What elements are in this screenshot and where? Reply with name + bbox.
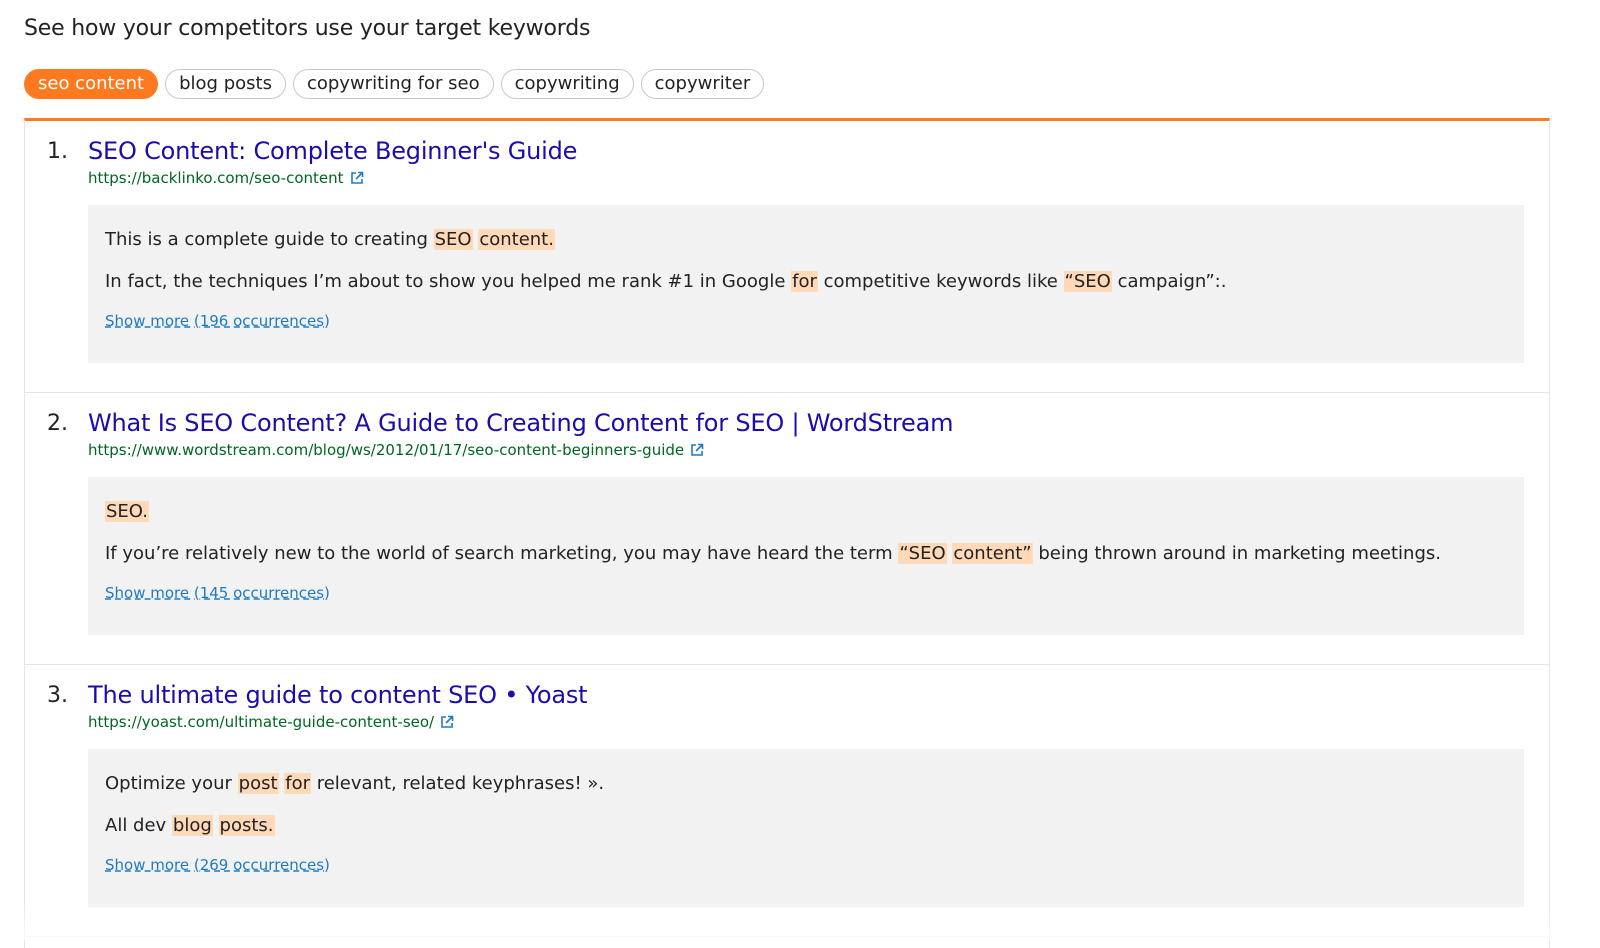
- keyword-chip-copywriting-for-seo[interactable]: copywriting for seo: [292, 69, 494, 99]
- external-link-icon[interactable]: [690, 443, 704, 457]
- show-more-link[interactable]: Show more (196 occurrences): [105, 312, 330, 330]
- keyword-highlight: “SEO: [1063, 271, 1112, 292]
- snippet-text: being thrown around in marketing meeting…: [1032, 543, 1441, 564]
- snippet-text: [213, 815, 219, 836]
- snippet-line: SEO.: [105, 499, 1507, 525]
- result-url[interactable]: https://backlinko.com/seo-content: [88, 169, 344, 187]
- snippet-line: In fact, the techniques I’m about to sho…: [105, 269, 1507, 295]
- keyword-highlight: for: [791, 271, 818, 292]
- result-rank: 3.: [47, 683, 68, 708]
- result-item: 1. SEO Content: Complete Beginner's Guide…: [25, 121, 1549, 393]
- results-list: 1. SEO Content: Complete Beginner's Guide…: [24, 118, 1550, 948]
- result-rank: 1.: [47, 139, 68, 164]
- result-url-row: https://backlinko.com/seo-content: [88, 169, 364, 187]
- keyword-highlight: content”: [952, 543, 1033, 564]
- keyword-highlight: content.: [478, 229, 555, 250]
- keyword-chip-copywriting[interactable]: copywriting: [500, 69, 634, 99]
- snippet-text: In fact, the techniques I’m about to sho…: [105, 271, 792, 292]
- snippet-text: relevant, related keyphrases! ».: [311, 773, 605, 794]
- snippet-line: All dev blog posts.: [105, 813, 1507, 839]
- keyword-highlight: post: [237, 773, 279, 794]
- keyword-highlight: blog: [171, 815, 213, 836]
- snippet-line: If you’re relatively new to the world of…: [105, 541, 1507, 567]
- snippet-text: Optimize your: [105, 773, 238, 794]
- result-rank: 2.: [47, 411, 68, 436]
- result-url[interactable]: https://www.wordstream.com/blog/ws/2012/…: [88, 441, 684, 459]
- snippet-box: This is a complete guide to creating SEO…: [88, 205, 1524, 363]
- keyword-tabs: seo content blog posts copywriting for seo…: [24, 69, 765, 99]
- result-url[interactable]: https://yoast.com/ultimate-guide-content…: [88, 713, 434, 731]
- result-url-row: https://www.wordstream.com/blog/ws/2012/…: [88, 441, 704, 459]
- external-link-icon[interactable]: [440, 715, 454, 729]
- show-more-link[interactable]: Show more (269 occurrences): [105, 856, 330, 874]
- keyword-chip-blog-posts[interactable]: blog posts: [165, 69, 286, 99]
- snippet-text: competitive keywords like: [817, 271, 1064, 292]
- keyword-highlight: posts.: [218, 815, 275, 836]
- snippet-box: SEO. If you’re relatively new to the worl…: [88, 477, 1524, 635]
- keyword-chip-copywriter[interactable]: copywriter: [640, 69, 765, 99]
- result-title-link[interactable]: The ultimate guide to content SEO • Yoas…: [88, 681, 588, 709]
- result-title-link[interactable]: SEO Content: Complete Beginner's Guide: [88, 137, 577, 165]
- snippet-text: This is a complete guide to creating: [105, 229, 434, 250]
- snippet-line: This is a complete guide to creating SEO…: [105, 227, 1507, 253]
- snippet-text: All dev: [105, 815, 172, 836]
- result-item: 2. What Is SEO Content? A Guide to Creati…: [25, 393, 1549, 665]
- show-more-link[interactable]: Show more (145 occurrences): [105, 584, 330, 602]
- result-url-row: https://yoast.com/ultimate-guide-content…: [88, 713, 454, 731]
- keyword-highlight: “SEO: [898, 543, 947, 564]
- snippet-box: Optimize your post for relevant, related…: [88, 749, 1524, 907]
- snippet-text: campaign”:.: [1111, 271, 1227, 292]
- page-title: See how your competitors use your target…: [24, 16, 591, 41]
- keyword-chip-seo-content[interactable]: seo content: [24, 69, 159, 99]
- result-item: 3. The ultimate guide to content SEO • Yo…: [25, 665, 1549, 937]
- snippet-line: Optimize your post for relevant, related…: [105, 771, 1507, 797]
- keyword-highlight: for: [284, 773, 311, 794]
- keyword-highlight: SEO.: [105, 501, 149, 522]
- external-link-icon[interactable]: [350, 171, 364, 185]
- snippet-text: If you’re relatively new to the world of…: [105, 543, 899, 564]
- result-title-link[interactable]: What Is SEO Content? A Guide to Creating…: [88, 409, 953, 437]
- keyword-highlight: SEO: [433, 229, 473, 250]
